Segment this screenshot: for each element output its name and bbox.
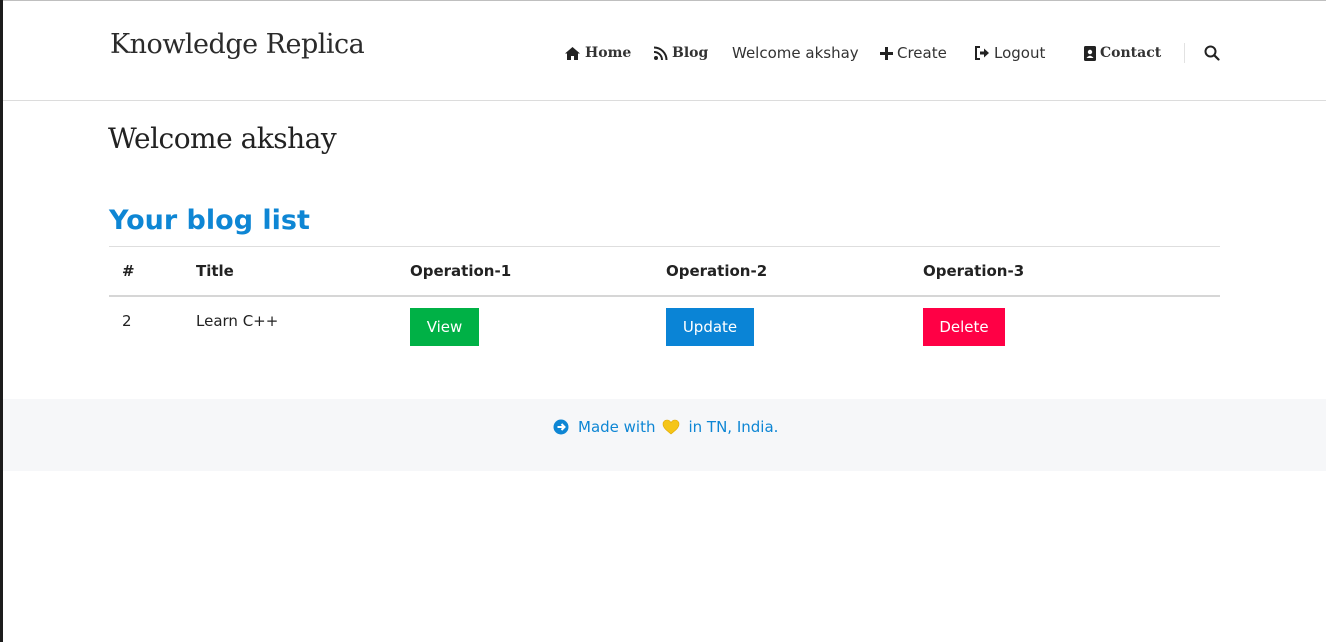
delete-button[interactable]: Delete: [923, 308, 1005, 346]
nav-contact[interactable]: Contact: [1084, 42, 1161, 64]
header-title: Title: [196, 262, 234, 280]
home-icon: [565, 46, 580, 60]
header-id: #: [122, 262, 135, 280]
row-title: Learn C++: [196, 312, 279, 330]
nav-home-label: Home: [585, 45, 632, 61]
footer-made-with: Made with: [578, 418, 656, 436]
view-button[interactable]: View: [410, 308, 479, 346]
blog-list-title: Your blog list: [109, 205, 310, 236]
nav-home[interactable]: Home: [564, 42, 631, 64]
header-operation-3: Operation-3: [923, 262, 1025, 280]
nav-blog-label: Blog: [672, 45, 709, 61]
nav-logout[interactable]: Logout: [974, 42, 1045, 64]
table-top-rule: [109, 246, 1220, 247]
footer-credit: Made with in TN, India.: [553, 417, 778, 437]
yellow-heart-icon: [663, 419, 680, 435]
welcome-heading: Welcome akshay: [108, 122, 337, 155]
update-button[interactable]: Update: [666, 308, 754, 346]
nav-logout-label: Logout: [994, 44, 1046, 62]
row-id: 2: [122, 312, 132, 330]
nav-contact-label: Contact: [1100, 45, 1162, 61]
nav-divider: [1184, 43, 1185, 63]
sign-out-icon: [975, 46, 989, 60]
footer: Made with in TN, India.: [3, 399, 1326, 471]
rss-icon: [653, 46, 668, 60]
brand-logo[interactable]: Knowledge Replica: [110, 29, 365, 60]
nav-create[interactable]: Create: [880, 42, 947, 64]
table-header-rule: [109, 295, 1220, 297]
header-operation-2: Operation-2: [666, 262, 768, 280]
search-icon[interactable]: [1204, 45, 1220, 61]
nav-blog[interactable]: Blog: [653, 42, 708, 64]
header-operation-1: Operation-1: [410, 262, 512, 280]
nav-welcome: Welcome akshay: [732, 44, 859, 62]
nav-create-label: Create: [897, 44, 947, 62]
plus-icon: [880, 46, 893, 60]
navbar: Knowledge Replica Home Blog Welcome aksh…: [3, 1, 1326, 101]
arrow-circle-icon: [553, 419, 569, 435]
footer-location: in TN, India.: [688, 418, 779, 436]
address-book-icon: [1084, 45, 1096, 61]
